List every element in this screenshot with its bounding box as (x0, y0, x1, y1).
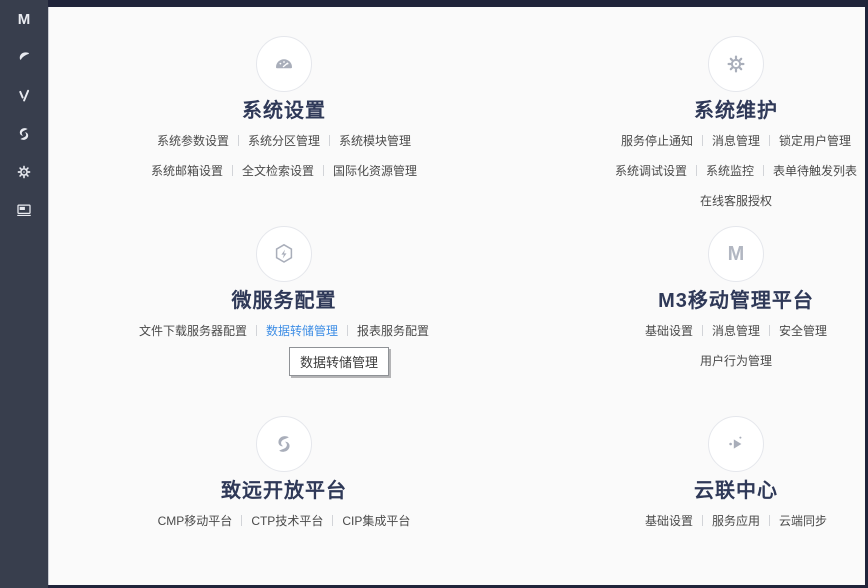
section-title: 系统设置 (242, 100, 326, 122)
section-title: 系统维护 (694, 100, 778, 122)
link-separator (701, 515, 703, 526)
section-link[interactable]: 数据转储管理 (266, 324, 338, 338)
m-logo-icon: M (17, 11, 31, 28)
section-link[interactable]: 系统监控 (706, 164, 754, 178)
section-links: 服务停止通知 消息管理 锁定用户管理系统调试设置 系统监控 表单待触发列表在线客服授权 (546, 126, 868, 216)
play-dots-icon (724, 432, 748, 456)
links-row: 系统邮箱设置 全文检索设置 国际化资源管理 (94, 156, 474, 186)
link-separator (237, 135, 239, 146)
link-separator (701, 325, 703, 336)
section-title: 云联中心 (694, 480, 778, 502)
section-title: M3移动管理平台 (658, 290, 814, 312)
section-link[interactable]: 服务停止通知 (621, 134, 693, 148)
section-link[interactable]: CTP技术平台 (251, 514, 323, 528)
link-separator (329, 135, 330, 146)
sidebar-item-4[interactable] (0, 115, 48, 153)
links-row: 系统参数设置 系统分区管理 系统模块管理 (94, 126, 474, 156)
m-logo-icon: M (727, 242, 745, 265)
section-links: 基础设置 消息管理 安全管理用户行为管理 (546, 316, 868, 376)
link-separator (255, 325, 257, 336)
links-row: 用户行为管理 (546, 346, 868, 376)
links-row: 系统调试设置 系统监控 表单待触发列表 (546, 156, 868, 186)
section-title: 致远开放平台 (221, 480, 347, 502)
link-separator (347, 325, 348, 336)
feature-icon-circle (256, 416, 312, 472)
gauge-icon (272, 52, 296, 76)
sidebar-item-1[interactable]: M (0, 1, 48, 39)
link-separator (241, 515, 243, 526)
feature-icon-circle: M (708, 226, 764, 282)
section-link[interactable]: 基础设置 (645, 324, 693, 338)
link-separator (769, 515, 770, 526)
section-link[interactable]: 消息管理 (712, 134, 760, 148)
section-link[interactable]: 消息管理 (712, 324, 760, 338)
section-link[interactable]: 用户行为管理 (700, 354, 772, 368)
gear-icon (15, 163, 33, 181)
swoosh-icon (15, 49, 33, 67)
links-row: CMP移动平台 CTP技术平台 CIP集成平台 (94, 506, 474, 536)
hexagon-bolt-icon (272, 242, 296, 266)
links-row: 文件下载服务器配置 数据转储管理 报表服务配置 (94, 316, 474, 346)
monitor-icon (15, 201, 33, 219)
links-row: 服务停止通知 消息管理 锁定用户管理 (546, 126, 868, 156)
link-separator (323, 165, 324, 176)
section-system-maintenance: 系统维护 服务停止通知 消息管理 锁定用户管理系统调试设置 系统监控 表单待触发列表在线… (546, 36, 868, 216)
links-row: 基础设置 服务应用 云端同步 (546, 506, 868, 536)
section-seeyon-open-platform: 致远开放平台 CMP移动平台 CTP技术平台 CIP集成平台 (94, 416, 474, 536)
section-microservice-config: 微服务配置 文件下载服务器配置 数据转储管理 报表服务配置 数据转储管理 (94, 226, 474, 376)
link-separator (763, 165, 764, 176)
feature-icon-circle (708, 416, 764, 472)
sidebar-item-5[interactable] (0, 153, 48, 191)
section-links: CMP移动平台 CTP技术平台 CIP集成平台 (94, 506, 474, 536)
feature-icon-circle (256, 36, 312, 92)
link-separator (332, 515, 334, 526)
links-row: 在线客服授权 (546, 186, 868, 216)
section-cloud-link-center: 云联中心 基础设置 服务应用 云端同步 (546, 416, 868, 536)
link-separator (701, 135, 703, 146)
seeyon-s-icon (15, 125, 33, 143)
section-links: 基础设置 服务应用 云端同步 (546, 506, 868, 536)
sidebar-item-3[interactable] (0, 77, 48, 115)
feature-icon-circle (256, 226, 312, 282)
sidebar-item-6[interactable] (0, 191, 48, 229)
link-tooltip: 数据转储管理 (289, 347, 390, 376)
link-separator (695, 165, 697, 176)
section-link[interactable]: 在线客服授权 (700, 194, 772, 208)
v-mark-icon (15, 87, 33, 105)
section-link[interactable]: 系统调试设置 (615, 164, 687, 178)
gear-icon (724, 52, 748, 76)
section-link[interactable]: 系统参数设置 (157, 134, 229, 148)
section-links: 文件下载服务器配置 数据转储管理 报表服务配置 (94, 316, 474, 346)
link-separator (769, 135, 770, 146)
links-row: 基础设置 消息管理 安全管理 (546, 316, 868, 346)
section-link[interactable]: 文件下载服务器配置 (139, 324, 247, 338)
section-link[interactable]: 系统模块管理 (339, 134, 411, 148)
section-m3-mobile-platform: M M3移动管理平台 基础设置 消息管理 安全管理用户行为管理 (546, 226, 868, 376)
section-title: 微服务配置 (231, 290, 337, 312)
section-link[interactable]: 云端同步 (779, 514, 827, 528)
section-link[interactable]: 锁定用户管理 (779, 134, 851, 148)
section-links: 系统参数设置 系统分区管理 系统模块管理系统邮箱设置 全文检索设置 国际化资源管理 (94, 126, 474, 186)
link-separator (769, 325, 770, 336)
section-link[interactable]: 系统邮箱设置 (151, 164, 223, 178)
link-separator (231, 165, 233, 176)
main-content: 系统设置 系统参数设置 系统分区管理 系统模块管理系统邮箱设置 全文检索设置 国际化资源… (48, 7, 865, 585)
feature-icon-circle (708, 36, 764, 92)
section-link[interactable]: 安全管理 (779, 324, 827, 338)
section-system-settings: 系统设置 系统参数设置 系统分区管理 系统模块管理系统邮箱设置 全文检索设置 国际化资源… (94, 36, 474, 186)
sidebar-item-2[interactable] (0, 39, 48, 77)
section-link[interactable]: CIP集成平台 (342, 514, 410, 528)
section-link[interactable]: 服务应用 (712, 514, 760, 528)
section-link[interactable]: 全文检索设置 (242, 164, 314, 178)
seeyon-s-icon (272, 432, 296, 456)
section-link[interactable]: 表单待触发列表 (773, 164, 857, 178)
section-link[interactable]: 基础设置 (645, 514, 693, 528)
section-link[interactable]: 报表服务配置 (357, 324, 429, 338)
section-link[interactable]: CMP移动平台 (158, 514, 233, 528)
section-link[interactable]: 国际化资源管理 (333, 164, 417, 178)
app-sidebar: M (0, 0, 48, 588)
section-link[interactable]: 系统分区管理 (248, 134, 320, 148)
